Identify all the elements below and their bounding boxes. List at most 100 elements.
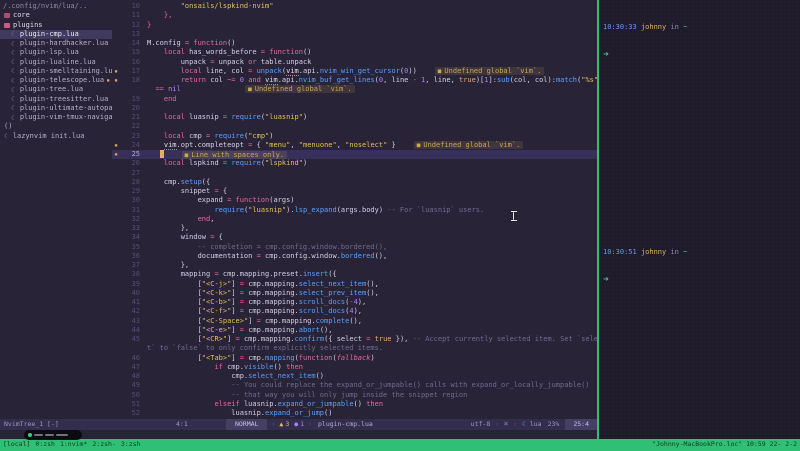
tree-item-label: plugin-treesitter.lua bbox=[20, 95, 109, 104]
code-text: local has_words_before = function() bbox=[147, 48, 597, 57]
tmux-window-3zsh[interactable]: 3:zsh bbox=[121, 440, 141, 448]
statusline-encoding: utf-8 bbox=[471, 420, 491, 429]
tree-item-lazynviminit.lua[interactable]: ☾lazynvim init.lua bbox=[0, 132, 112, 141]
code-line-49[interactable]: 49 -- You could replace the expand_or_ju… bbox=[112, 381, 597, 390]
code-line-15[interactable]: 15 local has_words_before = function() bbox=[112, 48, 597, 57]
tree-item-[interactable]: () bbox=[0, 122, 112, 131]
sign-column bbox=[112, 409, 120, 418]
code-line-37[interactable]: 37 }, bbox=[112, 261, 597, 270]
tree-item-label: plugin-lsp.lua bbox=[20, 48, 79, 57]
tree-item-plugin-cmp.lua[interactable]: ☾plugin-cmp.lua bbox=[0, 30, 112, 39]
code-line-11[interactable]: 11 }, bbox=[112, 11, 597, 20]
code-line-29[interactable]: 29 snippet = { bbox=[112, 187, 597, 196]
sign-column bbox=[112, 261, 120, 270]
diagnostic-square-icon: ■ bbox=[417, 142, 421, 149]
tmux-window-list: 0:zsh 1:nvim* 2:zsh- 3:zsh bbox=[35, 440, 145, 449]
code-line-31[interactable]: 31 require("luasnip").lsp_expand(args.bo… bbox=[112, 206, 597, 215]
code-line-44[interactable]: 44 ["<C-e>"] = cmp.mapping.abort(), bbox=[112, 326, 597, 335]
code-line-52[interactable]: 52 luasnip.expand_or_jump() bbox=[112, 409, 597, 418]
terminal-pane[interactable]: 10:30:33 johnny in ~ ➜ 10:30:51 johnny i… bbox=[599, 0, 800, 439]
code-line-43[interactable]: 43 ["<C-Space>"] = cmp.mapping.complete(… bbox=[112, 317, 597, 326]
lua-moon-icon: ☾ bbox=[522, 420, 528, 428]
vim-command-line[interactable] bbox=[0, 430, 597, 439]
tree-item-plugin-hardhacker.lua[interactable]: ☾plugin-hardhacker.lua bbox=[0, 39, 112, 48]
code-line-22[interactable]: 22 bbox=[112, 122, 597, 131]
tmux-window-0zsh[interactable]: 0:zsh bbox=[35, 440, 55, 448]
code-line-17[interactable]: ▪17 local line, col = unpack(vim.api.nvi… bbox=[112, 67, 597, 76]
code-line-28[interactable]: 28 cmp.setup({ bbox=[112, 178, 597, 187]
code-line-33[interactable]: 33 }, bbox=[112, 224, 597, 233]
code-line-35[interactable]: 35 -- completion = cmp.config.window.bor… bbox=[112, 243, 597, 252]
line-number: 14 bbox=[120, 39, 147, 48]
code-text: ["<C-f>"] = cmp.mapping.scroll_docs(4), bbox=[147, 307, 597, 316]
code-line-25[interactable]: ▪25 ■Line with spaces only. bbox=[112, 150, 597, 159]
chevron-right-icon: › bbox=[267, 420, 279, 429]
line-number: 21 bbox=[120, 113, 147, 122]
code-line-45[interactable]: 45 ["<CR>"] = cmp.mapping.confirm({ sele… bbox=[112, 335, 597, 344]
code-line-18[interactable]: ▪18 return col ~= 0 and vim.api.nvim_buf… bbox=[112, 76, 597, 85]
code-line-wrap[interactable]: t` to `false` to only confirm explicitly… bbox=[112, 344, 597, 353]
code-line-41[interactable]: 41 ["<C-b>"] = cmp.mapping.scroll_docs(-… bbox=[112, 298, 597, 307]
code-editor[interactable]: 10 "onsails/lspkind-nvim"11 },12}1314M.c… bbox=[112, 0, 597, 421]
tree-item-label: plugin-hardhacker.lua bbox=[20, 39, 109, 48]
sign-column bbox=[112, 178, 120, 187]
sign-column bbox=[112, 30, 120, 39]
tree-item-plugins[interactable]: plugins bbox=[0, 21, 112, 30]
code-line-51[interactable]: 51 elseif luasnip.expand_or_jumpable() t… bbox=[112, 400, 597, 409]
diagnostic-virtual-text: ■Line with spaces only. bbox=[182, 151, 287, 159]
code-line-47[interactable]: 47 if cmp.visible() then bbox=[112, 363, 597, 372]
code-line-42[interactable]: 42 ["<C-f>"] = cmp.mapping.scroll_docs(4… bbox=[112, 307, 597, 316]
code-line-13[interactable]: 13 bbox=[112, 30, 597, 39]
line-number bbox=[120, 85, 147, 94]
line-number: 45 bbox=[120, 335, 147, 344]
code-line-46[interactable]: 46 ["<Tab>"] = cmp.mapping(function(fall… bbox=[112, 354, 597, 363]
code-line-50[interactable]: 50 -- that way you will only jump inside… bbox=[112, 391, 597, 400]
code-text: ["<C-e>"] = cmp.mapping.abort(), bbox=[147, 326, 597, 335]
code-line-30[interactable]: 30 expand = function(args) bbox=[112, 196, 597, 205]
line-number: 33 bbox=[120, 224, 147, 233]
code-line-48[interactable]: 48 cmp.select_next_item() bbox=[112, 372, 597, 381]
code-line-16[interactable]: 16 unpack = unpack or table.unpack bbox=[112, 58, 597, 67]
code-line-10[interactable]: 10 "onsails/lspkind-nvim" bbox=[112, 2, 597, 11]
code-line-14[interactable]: 14M.config = function() bbox=[112, 39, 597, 48]
tree-item-plugin-ultimate-autopa[interactable]: ☾plugin-ultimate-autopa bbox=[0, 104, 112, 113]
tree-item-core[interactable]: core bbox=[0, 11, 112, 20]
tree-item-plugin-telescope.lua[interactable]: ☾plugin-telescope.lua▪ bbox=[0, 76, 112, 85]
code-line-wrap[interactable]: == nil ■Undefined global `vim`. bbox=[112, 85, 597, 94]
code-line-39[interactable]: 39 ["<C-j>"] = cmp.mapping.select_next_i… bbox=[112, 280, 597, 289]
code-line-34[interactable]: 34 window = { bbox=[112, 233, 597, 242]
tree-item-plugin-treesitter.lua[interactable]: ☾plugin-treesitter.lua bbox=[0, 95, 112, 104]
code-line-24[interactable]: ▪24 vim.opt.completeopt = { "menu", "men… bbox=[112, 141, 597, 150]
tree-item-label: plugin-cmp.lua bbox=[20, 30, 79, 39]
sign-column bbox=[112, 21, 120, 30]
lua-file-icon: ☾ bbox=[11, 115, 17, 121]
code-line-32[interactable]: 32 end, bbox=[112, 215, 597, 224]
tree-item-plugin-tree.lua[interactable]: ☾plugin-tree.lua bbox=[0, 85, 112, 94]
code-line-12[interactable]: 12} bbox=[112, 21, 597, 30]
sign-column bbox=[112, 159, 120, 168]
sign-column bbox=[112, 11, 120, 20]
sign-column bbox=[112, 187, 120, 196]
tree-item-plugin-lsp.lua[interactable]: ☾plugin-lsp.lua bbox=[0, 48, 112, 57]
folder-icon bbox=[4, 13, 10, 18]
code-line-40[interactable]: 40 ["<C-k>"] = cmp.mapping.select_prev_i… bbox=[112, 289, 597, 298]
tree-item-label: plugin-telescope.lua bbox=[20, 76, 104, 85]
code-line-21[interactable]: 21 local luasnip = require("luasnip") bbox=[112, 113, 597, 122]
code-line-38[interactable]: 38 mapping = cmp.mapping.preset.insert({ bbox=[112, 270, 597, 279]
line-number: 35 bbox=[120, 243, 147, 252]
diagnostic-sign-icon: ▪ bbox=[112, 150, 120, 159]
lua-file-icon: ☾ bbox=[11, 96, 17, 102]
line-number: 39 bbox=[120, 280, 147, 289]
code-line-19[interactable]: 19 end bbox=[112, 95, 597, 104]
tmux-window-2zsh[interactable]: 2:zsh- bbox=[92, 440, 115, 448]
code-line-23[interactable]: 23 local cmp = require("cmp") bbox=[112, 132, 597, 141]
prompt-username: johnny bbox=[641, 248, 666, 256]
tmux-window-1nvim[interactable]: 1:nvim* bbox=[60, 440, 87, 448]
code-line-36[interactable]: 36 documentation = cmp.config.window.bor… bbox=[112, 252, 597, 261]
code-line-20[interactable]: 20 bbox=[112, 104, 597, 113]
code-line-26[interactable]: 26 local lspkind = require("lspkind") bbox=[112, 159, 597, 168]
tree-item-plugin-lualine.lua[interactable]: ☾plugin-lualine.lua bbox=[0, 58, 112, 67]
code-line-27[interactable]: 27 bbox=[112, 169, 597, 178]
tree-item-plugin-smelltaining.lu[interactable]: ☾plugin-smelltaining.lu▪ bbox=[0, 67, 112, 76]
tree-item-plugin-vim-tmux-naviga[interactable]: ☾plugin-vim-tmux-naviga bbox=[0, 113, 112, 122]
